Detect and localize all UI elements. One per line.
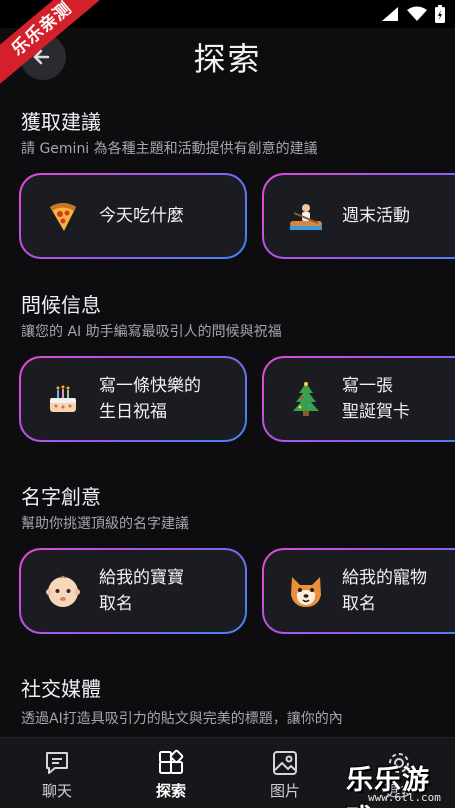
- card-birthday-wish[interactable]: 寫一條快樂的 生日祝福: [19, 356, 247, 442]
- section-name-ideas: 名字創意 幫助你挑選頂級的名字建議 給我的寶寶 取名 給我的寵物 取名: [0, 461, 455, 651]
- card-christmas-card[interactable]: 寫一張 聖誕賀卡: [262, 356, 455, 442]
- card-baby-name[interactable]: 給我的寶寶 取名: [19, 548, 247, 634]
- page-title: 探索: [193, 40, 262, 78]
- section-title: 問候信息: [21, 293, 101, 317]
- nav-label: 图片: [269, 782, 300, 800]
- nav-images[interactable]: 图片: [228, 738, 342, 808]
- header: 探索: [0, 28, 455, 86]
- section-subtitle: 請 Gemini 為各種主題和活動提供有創意的建議: [21, 141, 318, 157]
- birthday-cake-icon: [43, 379, 83, 419]
- signal-icon: [382, 7, 398, 21]
- baby-face-icon: [43, 571, 83, 611]
- pizza-icon: [43, 196, 83, 236]
- image-icon: [270, 748, 300, 778]
- card-label: 寫一條快樂的 生日祝福: [99, 376, 201, 422]
- watermark-url: www.6ll.com: [368, 791, 441, 804]
- section-subtitle: 讓您的 AI 助手編寫最吸引人的問候與祝福: [21, 324, 282, 340]
- section-get-suggestions: 獲取建議 請 Gemini 為各種主題和活動提供有創意的建議 今天吃什麼 週末活…: [0, 86, 455, 276]
- card-what-to-eat[interactable]: 今天吃什麼: [19, 173, 247, 259]
- card-weekend-activities[interactable]: 週末活動: [262, 173, 455, 259]
- nav-label: 聊天: [41, 782, 72, 800]
- section-social-media: 社交媒體 透過AI打造具吸引力的貼文與完美的標題，讓你的內: [0, 653, 455, 737]
- christmas-tree-icon: [286, 379, 326, 419]
- wifi-icon: [407, 6, 427, 21]
- status-icons: [381, 5, 445, 23]
- nav-chat[interactable]: 聊天: [0, 738, 114, 808]
- chat-icon: [42, 748, 72, 778]
- explore-content[interactable]: 獲取建議 請 Gemini 為各種主題和活動提供有創意的建議 今天吃什麼 週末活…: [0, 86, 455, 737]
- card-label: 週末活動: [342, 206, 410, 226]
- card-label: 給我的寶寶 取名: [99, 568, 184, 614]
- card-label: 寫一張 聖誕賀卡: [342, 376, 410, 422]
- card-label: 今天吃什麼: [99, 206, 184, 226]
- nav-label: 探索: [155, 782, 186, 800]
- section-title: 獲取建議: [21, 110, 101, 134]
- card-pet-name[interactable]: 給我的寵物 取名: [262, 548, 455, 634]
- section-subtitle: 幫助你挑選頂級的名字建議: [21, 516, 189, 532]
- rowboat-icon: [286, 196, 326, 236]
- section-subtitle: 透過AI打造具吸引力的貼文與完美的標題，讓你的內: [21, 711, 343, 727]
- battery-icon: [435, 5, 445, 23]
- section-greetings: 問候信息 讓您的 AI 助手編寫最吸引人的問候與祝福 寫一條快樂的 生日祝福 寫…: [0, 269, 455, 459]
- nav-explore[interactable]: 探索: [114, 738, 228, 808]
- section-title: 社交媒體: [21, 677, 101, 701]
- watermark: 乐乐游戏 www.6ll.com: [338, 758, 455, 808]
- section-title: 名字創意: [21, 485, 101, 509]
- explore-icon: [156, 748, 186, 778]
- card-label: 給我的寵物 取名: [342, 568, 427, 614]
- shiba-dog-icon: [286, 571, 326, 611]
